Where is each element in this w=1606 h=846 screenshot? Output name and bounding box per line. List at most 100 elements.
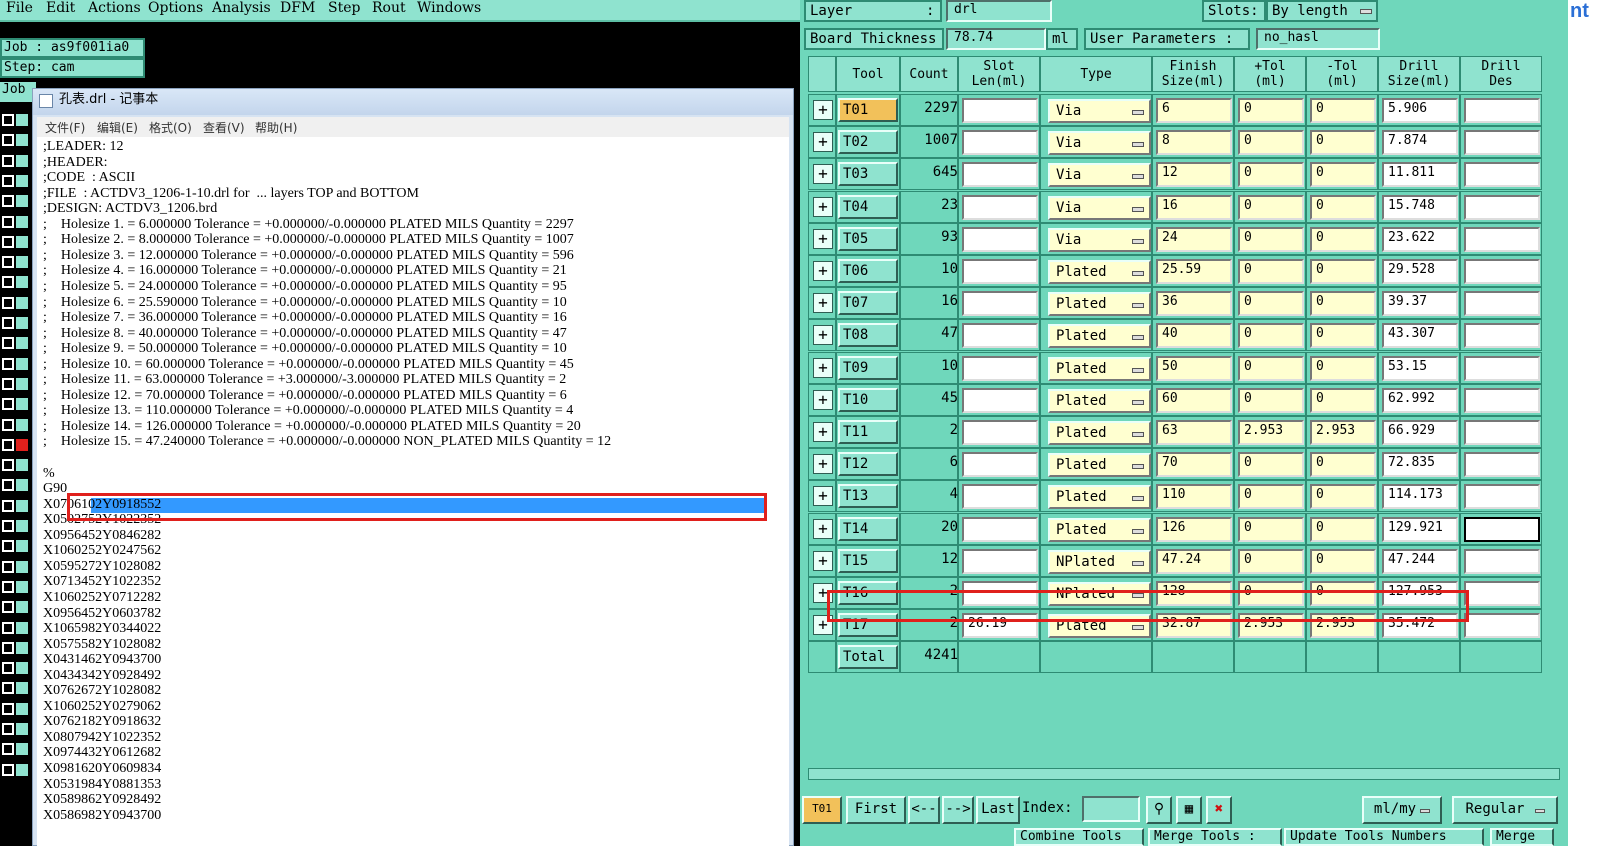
plus-tol-input[interactable]: 0 bbox=[1238, 452, 1304, 478]
slot-length-input[interactable] bbox=[962, 162, 1038, 188]
layer-color-swatch[interactable] bbox=[16, 479, 28, 492]
layer-color-swatch[interactable] bbox=[16, 438, 28, 451]
layer-color-swatch[interactable] bbox=[16, 662, 28, 675]
layer-color-swatch[interactable] bbox=[16, 377, 28, 390]
expand-plus-icon[interactable]: + bbox=[813, 293, 833, 314]
drill-size-input[interactable]: 53.15 bbox=[1382, 355, 1458, 381]
drill-size-input[interactable]: 15.748 bbox=[1382, 194, 1458, 220]
first-button[interactable]: First bbox=[846, 796, 906, 824]
layer-color-swatch[interactable] bbox=[16, 154, 28, 167]
notepad-menu-item[interactable]: 查看(V) bbox=[203, 119, 245, 136]
tool-button[interactable]: T09 bbox=[838, 355, 898, 380]
type-dropdown[interactable]: Via bbox=[1048, 195, 1151, 220]
slot-length-input[interactable] bbox=[962, 548, 1038, 574]
layer-color-swatch[interactable] bbox=[16, 114, 28, 126]
minus-tol-input[interactable]: 0 bbox=[1310, 323, 1376, 349]
menu-step[interactable]: Step bbox=[328, 0, 360, 16]
layer-toggle-square[interactable] bbox=[2, 215, 14, 228]
layer-toggle-square[interactable] bbox=[2, 337, 14, 350]
type-dropdown[interactable]: Plated bbox=[1048, 421, 1151, 445]
layer-color-swatch[interactable] bbox=[16, 134, 28, 147]
layer-color-swatch[interactable] bbox=[16, 398, 28, 411]
finish-size-input[interactable]: 126 bbox=[1156, 516, 1232, 542]
menu-analysis[interactable]: Analysis bbox=[212, 0, 271, 16]
drill-des-input[interactable] bbox=[1464, 516, 1540, 542]
finish-size-input[interactable]: 24 bbox=[1156, 226, 1232, 252]
slot-length-input[interactable] bbox=[962, 355, 1038, 381]
index-field[interactable] bbox=[1082, 796, 1140, 822]
drill-size-input[interactable]: 66.929 bbox=[1382, 420, 1458, 445]
layer-toggle-square[interactable] bbox=[2, 662, 14, 675]
type-dropdown[interactable]: Plated bbox=[1048, 324, 1151, 349]
layer-color-swatch[interactable] bbox=[16, 418, 28, 431]
search-icon[interactable]: ⚲ bbox=[1146, 796, 1172, 824]
finish-size-input[interactable]: 50 bbox=[1156, 355, 1232, 381]
layer-color-swatch[interactable] bbox=[16, 337, 28, 350]
drill-des-input[interactable] bbox=[1464, 484, 1540, 510]
menu-windows[interactable]: Windows bbox=[417, 0, 481, 16]
type-dropdown[interactable]: Via bbox=[1048, 163, 1151, 188]
plus-tol-input[interactable]: 0 bbox=[1238, 484, 1304, 510]
drill-size-input[interactable]: 47.244 bbox=[1382, 548, 1458, 574]
tool-button[interactable]: T12 bbox=[838, 452, 898, 477]
layer-toggle-square[interactable] bbox=[2, 560, 14, 573]
units-dropdown[interactable]: ml/my bbox=[1362, 796, 1442, 824]
last-button[interactable]: Last bbox=[976, 796, 1020, 824]
drill-des-input[interactable] bbox=[1464, 194, 1540, 220]
delete-icon[interactable]: ✖ bbox=[1206, 796, 1232, 824]
layer-color-swatch[interactable] bbox=[16, 540, 28, 553]
layer-color-swatch[interactable] bbox=[16, 235, 28, 248]
layer-color-swatch[interactable] bbox=[16, 723, 28, 735]
drill-des-input[interactable] bbox=[1464, 130, 1540, 156]
finish-size-input[interactable]: 6 bbox=[1156, 98, 1232, 123]
layer-color-swatch[interactable] bbox=[16, 195, 28, 208]
drill-size-input[interactable]: 72.835 bbox=[1382, 452, 1458, 478]
finish-size-input[interactable]: 8 bbox=[1156, 130, 1232, 156]
slot-length-input[interactable] bbox=[962, 516, 1038, 542]
layer-color-swatch[interactable] bbox=[16, 560, 28, 573]
minus-tol-input[interactable]: 0 bbox=[1310, 162, 1376, 188]
layer-toggle-square[interactable] bbox=[2, 723, 14, 735]
plus-tol-input[interactable]: 0 bbox=[1238, 194, 1304, 220]
layer-toggle-square[interactable] bbox=[2, 357, 14, 370]
expand-plus-icon[interactable]: + bbox=[813, 196, 833, 217]
menu-edit[interactable]: Edit bbox=[46, 0, 75, 16]
layer-color-swatch[interactable] bbox=[16, 641, 28, 654]
minus-tol-input[interactable]: 0 bbox=[1310, 130, 1376, 156]
minus-tol-input[interactable]: 0 bbox=[1310, 291, 1376, 317]
layer-toggle-square[interactable] bbox=[2, 499, 14, 512]
finish-size-input[interactable]: 25.59 bbox=[1156, 259, 1232, 284]
notepad-text-area[interactable]: ;LEADER: 12 ;HEADER: ;CODE : ASCII ;FILE : … bbox=[37, 137, 789, 846]
layer-color-swatch[interactable] bbox=[16, 763, 28, 776]
plus-tol-input[interactable]: 0 bbox=[1238, 130, 1304, 156]
menu-options[interactable]: Options bbox=[148, 0, 203, 16]
save-icon[interactable]: ▦ bbox=[1176, 796, 1202, 824]
drill-des-input[interactable] bbox=[1464, 387, 1540, 413]
notepad-menu-item[interactable]: 格式(O) bbox=[149, 119, 192, 136]
layer-toggle-square[interactable] bbox=[2, 174, 14, 187]
minus-tol-input[interactable]: 2.953 bbox=[1310, 420, 1376, 445]
expand-plus-icon[interactable]: + bbox=[813, 228, 833, 249]
layer-color-swatch[interactable] bbox=[16, 256, 28, 269]
layer-toggle-square[interactable] bbox=[2, 317, 14, 329]
merge-tools-button[interactable]: Merge Tools : bbox=[1148, 828, 1282, 846]
drill-des-input[interactable] bbox=[1464, 323, 1540, 349]
prev-button[interactable]: <-- bbox=[908, 796, 940, 824]
tool-button[interactable]: T04 bbox=[838, 194, 898, 219]
layer-color-swatch[interactable] bbox=[16, 601, 28, 614]
plus-tol-input[interactable]: 0 bbox=[1238, 548, 1304, 574]
plus-tol-input[interactable]: 0 bbox=[1238, 387, 1304, 413]
layer-toggle-square[interactable] bbox=[2, 418, 14, 431]
drill-size-input[interactable]: 114.173 bbox=[1382, 484, 1458, 510]
notepad-menu-item[interactable]: 帮助(H) bbox=[255, 119, 297, 136]
finish-size-input[interactable]: 47.24 bbox=[1156, 548, 1232, 574]
drill-des-input[interactable] bbox=[1464, 162, 1540, 188]
drill-des-input[interactable] bbox=[1464, 98, 1540, 123]
slot-length-input[interactable] bbox=[962, 387, 1038, 413]
minus-tol-input[interactable]: 0 bbox=[1310, 516, 1376, 542]
layer-toggle-square[interactable] bbox=[2, 195, 14, 208]
drill-des-input[interactable] bbox=[1464, 259, 1540, 284]
minus-tol-input[interactable]: 0 bbox=[1310, 387, 1376, 413]
user-parameters-field[interactable]: no_hasl bbox=[1256, 28, 1380, 50]
type-dropdown[interactable]: Plated bbox=[1048, 388, 1151, 413]
